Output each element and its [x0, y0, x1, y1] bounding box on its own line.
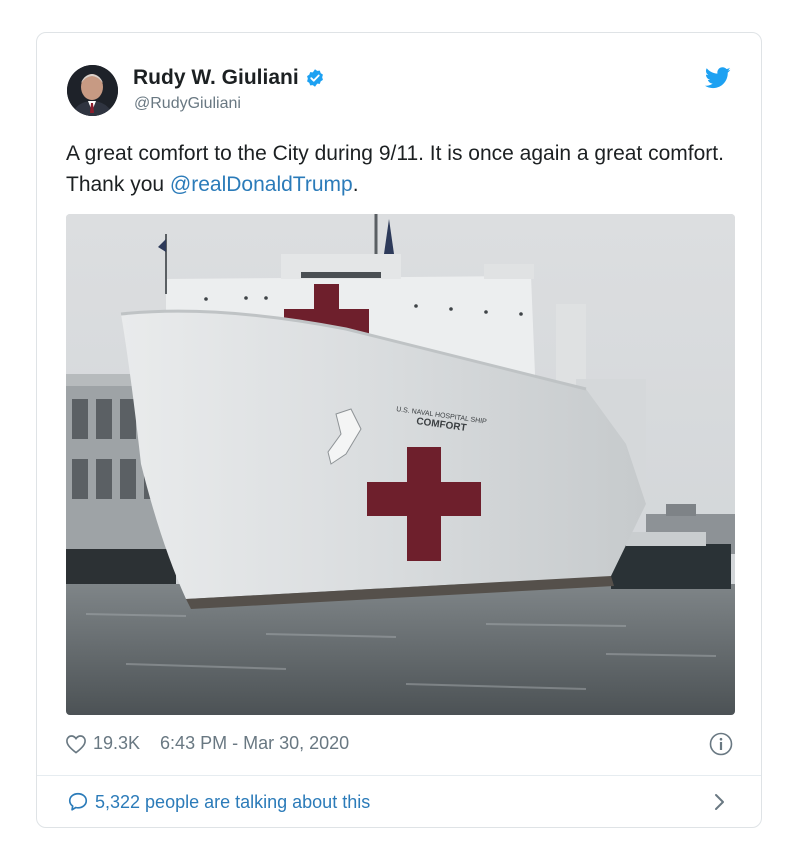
tweet-meta: 19.3K 6:43 PM - Mar 30, 2020 — [65, 733, 349, 754]
author-name-text: Rudy W. Giuliani — [133, 66, 299, 89]
author-name[interactable]: Rudy W. Giuliani — [133, 66, 325, 90]
tweet-photo[interactable]: U.S. NAVAL HOSPITAL SHIP COMFORT — [66, 214, 735, 715]
speech-bubble-icon — [68, 792, 88, 811]
verified-badge-icon — [306, 69, 323, 87]
divider — [37, 775, 761, 776]
author-handle[interactable]: @RudyGiuliani — [134, 95, 241, 113]
like-count[interactable]: 19.3K — [93, 733, 140, 754]
twitter-bird-icon[interactable] — [705, 67, 731, 89]
tweet-text: A great comfort to the City during 9/11.… — [66, 138, 736, 200]
info-icon[interactable] — [709, 732, 733, 756]
tweet-card[interactable]: Rudy W. Giuliani @RudyGiuliani A great c… — [36, 32, 762, 828]
tweet-text-end: . — [352, 173, 359, 196]
tweet-timestamp[interactable]: 6:43 PM - Mar 30, 2020 — [160, 733, 349, 754]
mention-link[interactable]: @realDonaldTrump — [170, 173, 353, 196]
author-avatar[interactable] — [67, 65, 118, 116]
conversation-link[interactable]: 5,322 people are talking about this — [67, 791, 370, 813]
heart-icon[interactable] — [65, 734, 87, 754]
chevron-right-icon[interactable] — [713, 791, 727, 813]
conversation-text[interactable]: 5,322 people are talking about this — [95, 792, 370, 813]
tweet-text-body: A great comfort to the City during 9/11.… — [66, 142, 724, 196]
